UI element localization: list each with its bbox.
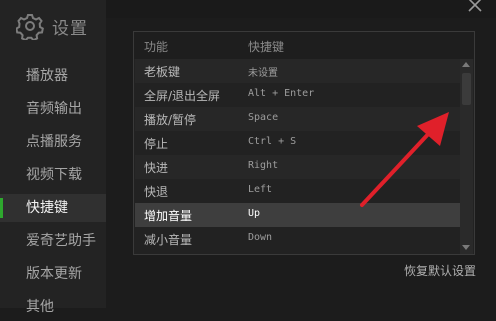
sidebar-item-label: 其他	[26, 299, 54, 315]
sidebar-item-video-download[interactable]: 视频下载	[0, 161, 106, 189]
shortcut-key[interactable]: Alt + Enter	[248, 88, 314, 99]
shortcut-table: 功能 快捷键 老板键 未设置 全屏/退出全屏 Alt + Enter 播放/暂停…	[133, 31, 475, 255]
shortcut-key[interactable]: Down	[248, 232, 272, 243]
table-row[interactable]: 快进 Right	[135, 155, 460, 179]
shortcut-key[interactable]: Space	[248, 112, 278, 123]
shortcut-key[interactable]: Up	[248, 208, 260, 219]
shortcut-key[interactable]: Right	[248, 160, 278, 171]
column-header-function: 功能	[144, 40, 169, 54]
table-header: 功能 快捷键	[134, 32, 474, 59]
sidebar-item-label: 点播服务	[26, 134, 82, 150]
shortcut-function: 减小音量	[144, 233, 193, 247]
sidebar-item-label: 视频下载	[26, 167, 82, 183]
table-row[interactable]: 全屏/退出全屏 Alt + Enter	[135, 83, 460, 107]
scroll-down-icon[interactable]	[462, 245, 470, 250]
table-row[interactable]: 快退 Left	[135, 179, 460, 203]
shortcut-function: 停止	[144, 137, 169, 151]
title-bar	[106, 0, 496, 18]
scroll-up-icon[interactable]	[462, 62, 470, 67]
shortcut-key[interactable]: Ctrl + S	[248, 136, 296, 147]
sidebar-item-label: 音频输出	[26, 101, 82, 117]
sidebar-item-label: 播放器	[26, 68, 68, 84]
sidebar-item-player[interactable]: 播放器	[0, 62, 106, 90]
table-scrollbar[interactable]	[460, 59, 473, 254]
column-header-key: 快捷键	[248, 40, 285, 54]
sidebar-item-label: 版本更新	[26, 266, 82, 282]
close-icon[interactable]	[464, 0, 486, 16]
shortcut-function: 播放/暂停	[144, 113, 197, 127]
table-row[interactable]: 停止 Ctrl + S	[135, 131, 460, 155]
sidebar-item-audio-output[interactable]: 音频输出	[0, 95, 106, 123]
shortcut-function: 快退	[144, 185, 169, 199]
restore-defaults-link[interactable]: 恢复默认设置	[404, 262, 476, 279]
shortcut-function: 全屏/退出全屏	[144, 89, 221, 103]
table-row[interactable]: 减小音量 Down	[135, 227, 460, 251]
shortcut-function: 快进	[144, 161, 169, 175]
table-row[interactable]: 播放/暂停 Space	[135, 107, 460, 131]
shortcut-key[interactable]: Left	[248, 184, 272, 195]
shortcut-key[interactable]: 未设置	[248, 64, 278, 79]
shortcut-function: 增加音量	[144, 209, 193, 223]
shortcut-function: 老板键	[144, 65, 181, 79]
sidebar-item-iqiyi-assistant[interactable]: 爱奇艺助手	[0, 227, 106, 255]
sidebar-item-shortcuts[interactable]: 快捷键	[0, 194, 106, 222]
table-row[interactable]: 老板键 未设置	[135, 59, 460, 83]
sidebar-item-version-update[interactable]: 版本更新	[0, 260, 106, 288]
gear-icon	[16, 14, 44, 40]
scrollbar-thumb[interactable]	[462, 73, 471, 105]
settings-sidebar: 设置 播放器 音频输出 点播服务 视频下载 快捷键 爱奇艺助手 版本更新 其他	[0, 0, 106, 315]
active-marker	[0, 198, 3, 218]
sidebar-item-label: 爱奇艺助手	[26, 233, 96, 249]
settings-header: 设置	[16, 12, 88, 40]
sidebar-item-vod-service[interactable]: 点播服务	[0, 128, 106, 156]
table-row-selected[interactable]: 增加音量 Up	[135, 203, 460, 227]
settings-title: 设置	[52, 18, 88, 39]
sidebar-item-other[interactable]: 其他	[0, 293, 106, 321]
sidebar-item-label: 快捷键	[26, 200, 68, 216]
